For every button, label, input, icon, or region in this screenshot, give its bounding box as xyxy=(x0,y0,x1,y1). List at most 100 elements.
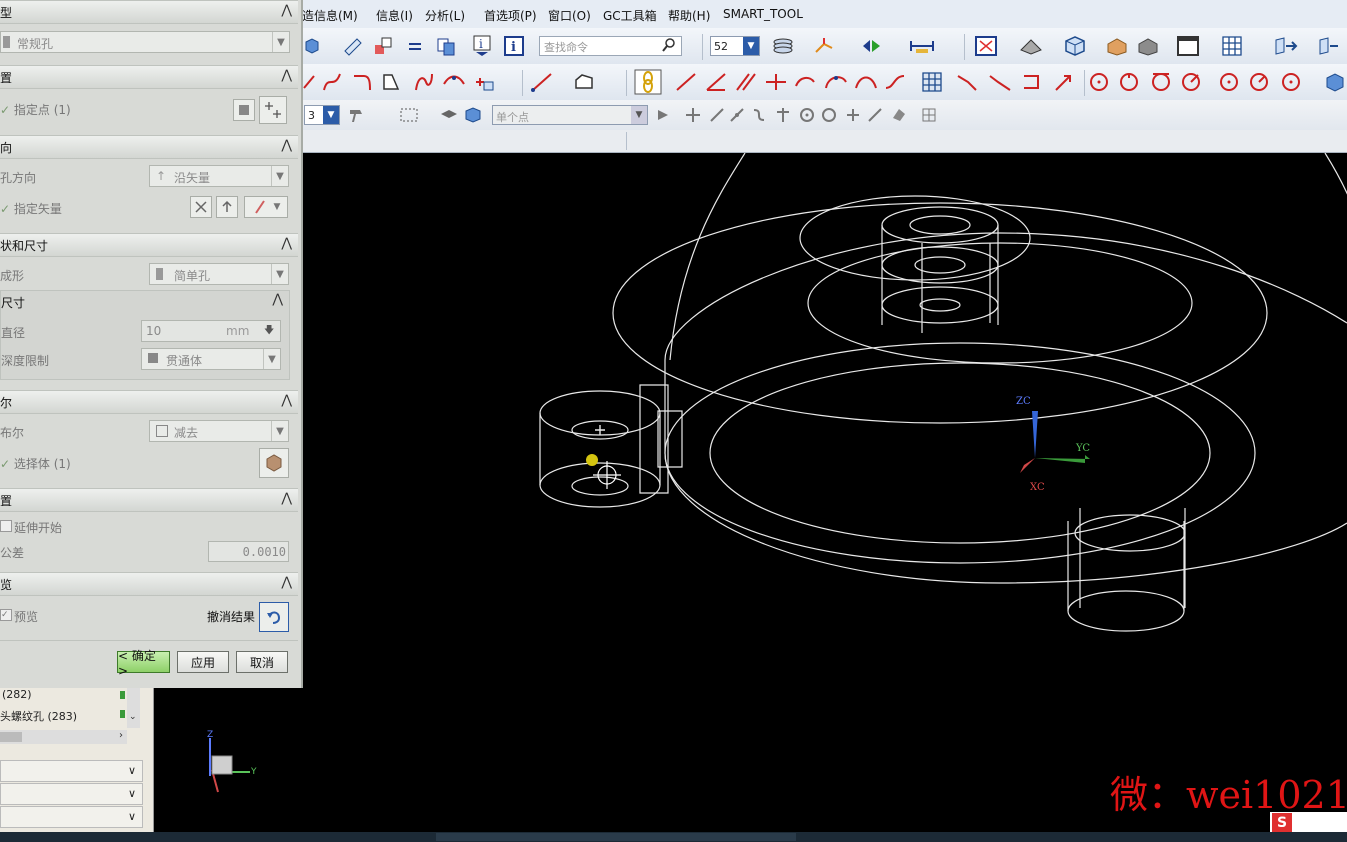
circle-radius-icon[interactable] xyxy=(1248,72,1270,92)
snap-arc-center-icon[interactable] xyxy=(798,106,816,124)
chevron-down-icon[interactable]: ⌄ xyxy=(129,712,137,722)
zoom-combo[interactable]: 52 ▼ xyxy=(710,36,760,56)
hole-type-dropdown[interactable]: 常规孔 ▼ xyxy=(0,31,290,53)
trim-corner-icon[interactable] xyxy=(956,72,980,92)
curve-edit-icon[interactable] xyxy=(442,72,466,92)
horizontal-scrollbar[interactable]: › xyxy=(0,730,127,744)
select-body-label[interactable]: ✓ 选择体 (1) xyxy=(0,455,71,472)
cancel-button[interactable]: 取消 xyxy=(236,651,288,673)
circle-tangent-icon[interactable] xyxy=(1150,72,1172,92)
depth-limit-dropdown[interactable]: 贯通体 ▼ xyxy=(141,348,281,370)
collapse-icon[interactable]: ⋀ xyxy=(281,3,292,18)
arc-icon[interactable] xyxy=(350,72,374,92)
vector-dialog-button[interactable] xyxy=(216,196,238,218)
arrow-right-icon[interactable] xyxy=(654,106,672,124)
snap-on-face-icon[interactable] xyxy=(890,106,908,124)
snap-intersection-icon[interactable] xyxy=(774,106,792,124)
navigator-panel-details[interactable]: ∨ xyxy=(0,783,143,805)
snap-on-curve-icon[interactable] xyxy=(866,106,884,124)
navigator-panel-dependencies[interactable]: ∨ xyxy=(0,760,143,782)
menu-smart-tool[interactable]: SMART_TOOL xyxy=(723,7,803,21)
extend-curve-icon[interactable] xyxy=(988,72,1012,92)
menu-preferences[interactable]: 首选项(P) xyxy=(484,7,537,24)
chevron-down-icon[interactable]: ∨ xyxy=(128,810,136,823)
chevron-down-icon[interactable]: ▼ xyxy=(743,37,759,55)
collapse-icon[interactable]: ⋀ xyxy=(272,292,283,307)
navigator-panel-preview[interactable]: ∨ xyxy=(0,806,143,828)
specify-vector-label[interactable]: ✓ 指定矢量 xyxy=(0,200,62,217)
chevron-down-icon[interactable]: ▼ xyxy=(271,166,288,186)
collapse-icon[interactable]: ⋀ xyxy=(281,236,292,251)
menu-manufacturing-info[interactable]: 造信息(M) xyxy=(302,7,358,24)
chevron-down-icon[interactable]: ∨ xyxy=(128,787,136,800)
chain-link-icon[interactable] xyxy=(634,69,662,95)
snap-quadrant-icon[interactable] xyxy=(820,106,838,124)
chevron-down-icon[interactable]: ∨ xyxy=(128,764,136,777)
circle-icon[interactable] xyxy=(1088,72,1110,92)
three-point-arc-icon[interactable] xyxy=(824,72,848,92)
ok-button[interactable]: < 确定 > xyxy=(117,649,170,678)
form-dropdown[interactable]: 简单孔 ▼ xyxy=(149,263,289,285)
snap-endpoint-icon[interactable] xyxy=(708,106,726,124)
preview-checkbox[interactable]: ✓ xyxy=(0,609,12,621)
basic-line-icon[interactable] xyxy=(530,72,554,92)
scroll-thumb[interactable] xyxy=(0,732,22,742)
position-section-header[interactable]: 置 ⋀ xyxy=(0,65,298,89)
cross-line-icon[interactable] xyxy=(764,72,788,92)
direction-section-header[interactable]: 向 ⋀ xyxy=(0,135,298,159)
type-filter-combo[interactable]: 3 ▼ xyxy=(304,105,340,125)
polygon-icon[interactable] xyxy=(572,72,596,92)
extend-start-checkbox[interactable] xyxy=(0,520,12,532)
tangent-arc-icon[interactable] xyxy=(794,72,818,92)
taskbar-active-item[interactable] xyxy=(436,833,796,841)
sketch-icon[interactable] xyxy=(342,36,364,56)
chevron-down-icon[interactable]: ▼ xyxy=(271,264,288,284)
circle-point-icon[interactable] xyxy=(1218,72,1240,92)
select-body-button[interactable] xyxy=(259,448,289,478)
fillet-curve-icon[interactable] xyxy=(884,72,908,92)
form-section-header[interactable]: 状和尺寸 ⋀ xyxy=(0,233,298,257)
transform-icon[interactable] xyxy=(1316,36,1340,56)
wcs-icon[interactable] xyxy=(812,36,836,56)
hole-direction-dropdown[interactable]: ↑ 沿矢量 ▼ xyxy=(149,165,289,187)
chevron-down-icon[interactable]: ▼ xyxy=(271,421,288,441)
circle-diameter-icon[interactable] xyxy=(1280,72,1302,92)
chevron-down-icon[interactable]: ▼ xyxy=(272,32,289,52)
collapse-icon[interactable]: ⋀ xyxy=(281,68,292,83)
select-rectangle-icon[interactable] xyxy=(398,106,420,124)
move-object-icon[interactable] xyxy=(1272,36,1298,56)
chevron-down-icon[interactable]: ▼ xyxy=(631,106,647,124)
reverse-direction-button[interactable] xyxy=(190,196,212,218)
arc-center-icon[interactable] xyxy=(854,72,878,92)
chevron-right-icon[interactable]: › xyxy=(119,730,123,741)
tolerance-field[interactable]: 0.0010 xyxy=(208,541,289,562)
ime-toolbar[interactable]: S xyxy=(1270,812,1347,834)
specify-point-label[interactable]: ✓ 指定点 (1) xyxy=(0,101,71,118)
type-section-header[interactable]: 型 ⋀ xyxy=(0,0,298,24)
layer-icon[interactable] xyxy=(771,36,795,56)
hammer-icon[interactable] xyxy=(346,106,368,124)
chevron-down-icon[interactable]: ▼ xyxy=(323,106,339,124)
equals-icon[interactable] xyxy=(406,36,424,56)
collapse-icon[interactable]: ⋀ xyxy=(281,575,292,590)
face-filter-icon[interactable] xyxy=(438,106,460,124)
preview-section-header[interactable]: 览 ⋀ xyxy=(0,572,298,596)
search-icon[interactable] xyxy=(661,37,677,53)
chevron-down-icon[interactable]: ▼ xyxy=(274,202,281,212)
point-icon[interactable] xyxy=(472,72,496,92)
snap-enable-icon[interactable] xyxy=(682,106,704,124)
collapse-icon[interactable]: ⋀ xyxy=(281,138,292,153)
cube-view-icon[interactable] xyxy=(302,36,322,56)
circle-edit-icon[interactable] xyxy=(1180,72,1202,92)
grid-icon[interactable] xyxy=(1220,34,1244,58)
orient-view-icon[interactable] xyxy=(1062,34,1088,58)
point-dialog-button[interactable] xyxy=(259,96,287,124)
feature-item[interactable]: (282) xyxy=(2,688,32,701)
menu-gc-toolbox[interactable]: GC工具箱 xyxy=(603,7,657,24)
fit-view-icon[interactable] xyxy=(974,35,998,57)
body-filter-icon[interactable] xyxy=(462,106,484,124)
settings-section-header[interactable]: 置 ⋀ xyxy=(0,488,298,512)
menu-information[interactable]: 信息(I) xyxy=(376,7,413,24)
vertical-scrollbar[interactable]: ⌄ xyxy=(127,688,140,728)
hide-icon[interactable] xyxy=(1136,36,1160,56)
